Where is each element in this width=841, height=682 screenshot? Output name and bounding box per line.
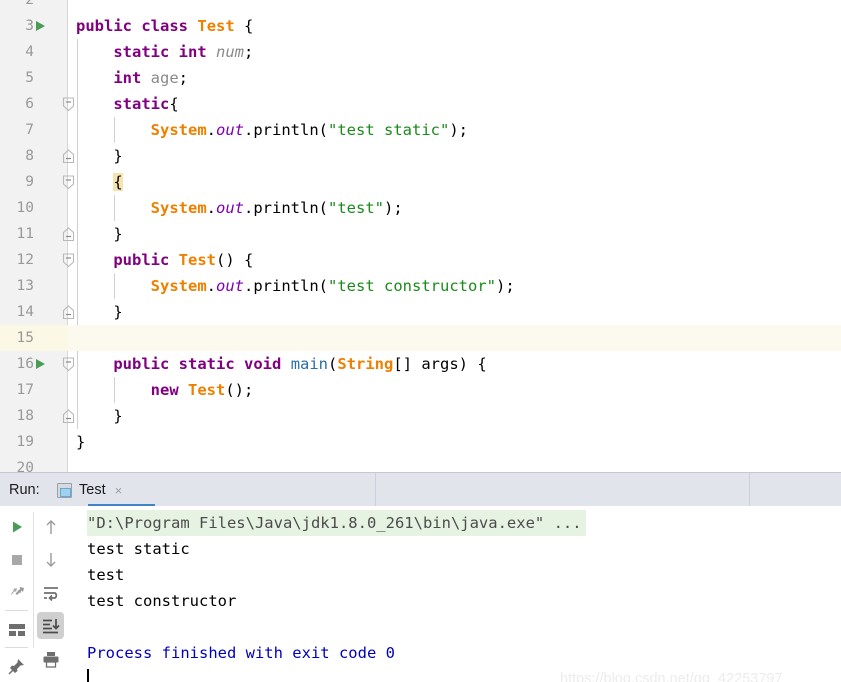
run-gutter-icon[interactable] [36, 21, 45, 31]
run-tab-test[interactable]: Test × [57, 473, 122, 507]
editor-line-row[interactable]: 6 static{ [0, 91, 841, 117]
console-exit-line: Process finished with exit code 0 [87, 644, 395, 662]
line-number: 4 [25, 44, 34, 60]
line-number: 13 [16, 278, 34, 294]
fold-end-icon[interactable] [62, 143, 76, 169]
line-number: 6 [25, 96, 34, 112]
line-number: 3 [25, 18, 34, 34]
caret-row-highlight [0, 325, 841, 351]
code-line: { [113, 173, 123, 191]
code-line: } [76, 407, 123, 425]
rerun-failed-button[interactable] [0, 576, 33, 609]
code-line: } [76, 303, 123, 321]
code-line: public class Test { [76, 17, 254, 35]
line-number: 12 [16, 252, 34, 268]
line-number: 16 [16, 356, 34, 372]
editor-line-row[interactable]: 7 System.out.println("test static"); [0, 117, 841, 143]
code-line: public static void main(String[] args) { [113, 355, 487, 373]
tabbar-divider-1 [375, 473, 376, 507]
watermark-text: https://blog.csdn.net/qq_42253797 [560, 671, 783, 682]
code-line: static{ [113, 95, 179, 113]
line-number: 9 [25, 174, 34, 190]
code-line: static int num; [113, 43, 254, 61]
editor-line-row[interactable]: 14 } [0, 299, 841, 325]
editor-line-row[interactable]: 18 } [0, 403, 841, 429]
run-tab-label: Test [79, 482, 106, 498]
run-tabbar[interactable]: Run: Test × [0, 472, 841, 507]
down-the-stack-trace-button[interactable] [34, 543, 67, 576]
toolbar-separator-2 [5, 647, 28, 648]
print-button[interactable] [34, 643, 67, 676]
fold-end-icon[interactable] [62, 299, 76, 325]
console-output-line: test constructor [87, 592, 237, 610]
fold-collapse-icon[interactable] [62, 91, 76, 117]
editor-line-row[interactable]: 19} [0, 429, 841, 455]
code-editor[interactable]: 2 3 public class Test {4 static int num; 5 … [0, 0, 841, 472]
editor-line-row[interactable]: 3 public class Test { [0, 13, 841, 39]
line-number: 8 [25, 148, 34, 164]
editor-line-row[interactable]: 9 { [0, 169, 841, 195]
editor-line-row[interactable]: 12 public Test() { [0, 247, 841, 273]
code-line: System.out.println("test static"); [150, 121, 469, 139]
line-number: 14 [16, 304, 34, 320]
line-number: 20 [16, 460, 34, 472]
rerun-button[interactable] [0, 510, 33, 543]
code-line: } [76, 147, 123, 165]
stop-button[interactable] [0, 543, 33, 576]
console-caret [87, 669, 89, 682]
scroll-to-end-button[interactable] [34, 609, 67, 642]
code-line: int age; [113, 69, 189, 87]
line-number: 17 [16, 382, 34, 398]
line-number: 18 [16, 408, 34, 424]
line-number: 5 [25, 70, 34, 86]
pin-tab-button[interactable] [0, 650, 33, 682]
java-class-icon [57, 482, 72, 498]
code-line: } [76, 225, 123, 243]
fold-collapse-icon[interactable] [62, 351, 76, 377]
code-line: } [76, 433, 86, 451]
code-line: public Test() { [113, 251, 254, 269]
editor-line-row[interactable]: 15 [0, 325, 841, 351]
line-number: 10 [16, 200, 34, 216]
editor-line-row[interactable]: 8 } [0, 143, 841, 169]
up-the-stack-trace-button[interactable] [34, 510, 67, 543]
line-number: 15 [16, 330, 34, 346]
console-output-line: test static [87, 540, 190, 558]
editor-line-row[interactable]: 13 System.out.println("test constructor"… [0, 273, 841, 299]
editor-line-row[interactable]: 17 new Test(); [0, 377, 841, 403]
console-output-line: test [87, 566, 125, 584]
toolbar-separator-1 [5, 610, 28, 611]
run-window-label: Run: [9, 482, 40, 498]
tabbar-divider-2 [749, 473, 750, 507]
editor-line-row[interactable]: 5 int age; [0, 65, 841, 91]
code-line: new Test(); [150, 381, 254, 399]
clear-all-button[interactable] [34, 676, 67, 682]
fold-end-icon[interactable] [62, 403, 76, 429]
run-toolbar-right[interactable] [34, 506, 67, 682]
layout-button[interactable] [0, 613, 33, 646]
idea-window: 2 3 public class Test {4 static int num; 5 … [0, 0, 841, 682]
line-number: 7 [25, 122, 34, 138]
run-tool-window[interactable]: Run: Test × "D:\Program Files\Java\jdk1.… [0, 472, 841, 682]
soft-wrap-button[interactable] [34, 576, 67, 609]
fold-end-icon[interactable] [62, 221, 76, 247]
editor-line-row[interactable]: 4 static int num; [0, 39, 841, 65]
editor-line-row[interactable]: 16 public static void main(String[] args… [0, 351, 841, 377]
line-number: 2 [25, 0, 34, 8]
editor-line-row[interactable]: 11 } [0, 221, 841, 247]
line-number: 19 [16, 434, 34, 450]
console-output[interactable]: "D:\Program Files\Java\jdk1.8.0_261\bin\… [68, 506, 841, 682]
console-command-line: "D:\Program Files\Java\jdk1.8.0_261\bin\… [87, 510, 586, 536]
code-line: System.out.println("test constructor"); [150, 277, 515, 295]
run-gutter-icon[interactable] [36, 359, 45, 369]
fold-collapse-icon[interactable] [62, 169, 76, 195]
run-toolbar-left[interactable] [0, 506, 33, 682]
editor-line-row[interactable]: 10 System.out.println("test"); [0, 195, 841, 221]
line-number: 11 [16, 226, 34, 242]
close-icon[interactable]: × [115, 483, 123, 498]
editor-line-row[interactable]: 2 [0, 0, 841, 13]
code-line: System.out.println("test"); [150, 199, 403, 217]
editor-line-row[interactable]: 20 [0, 455, 841, 472]
fold-collapse-icon[interactable] [62, 247, 76, 273]
